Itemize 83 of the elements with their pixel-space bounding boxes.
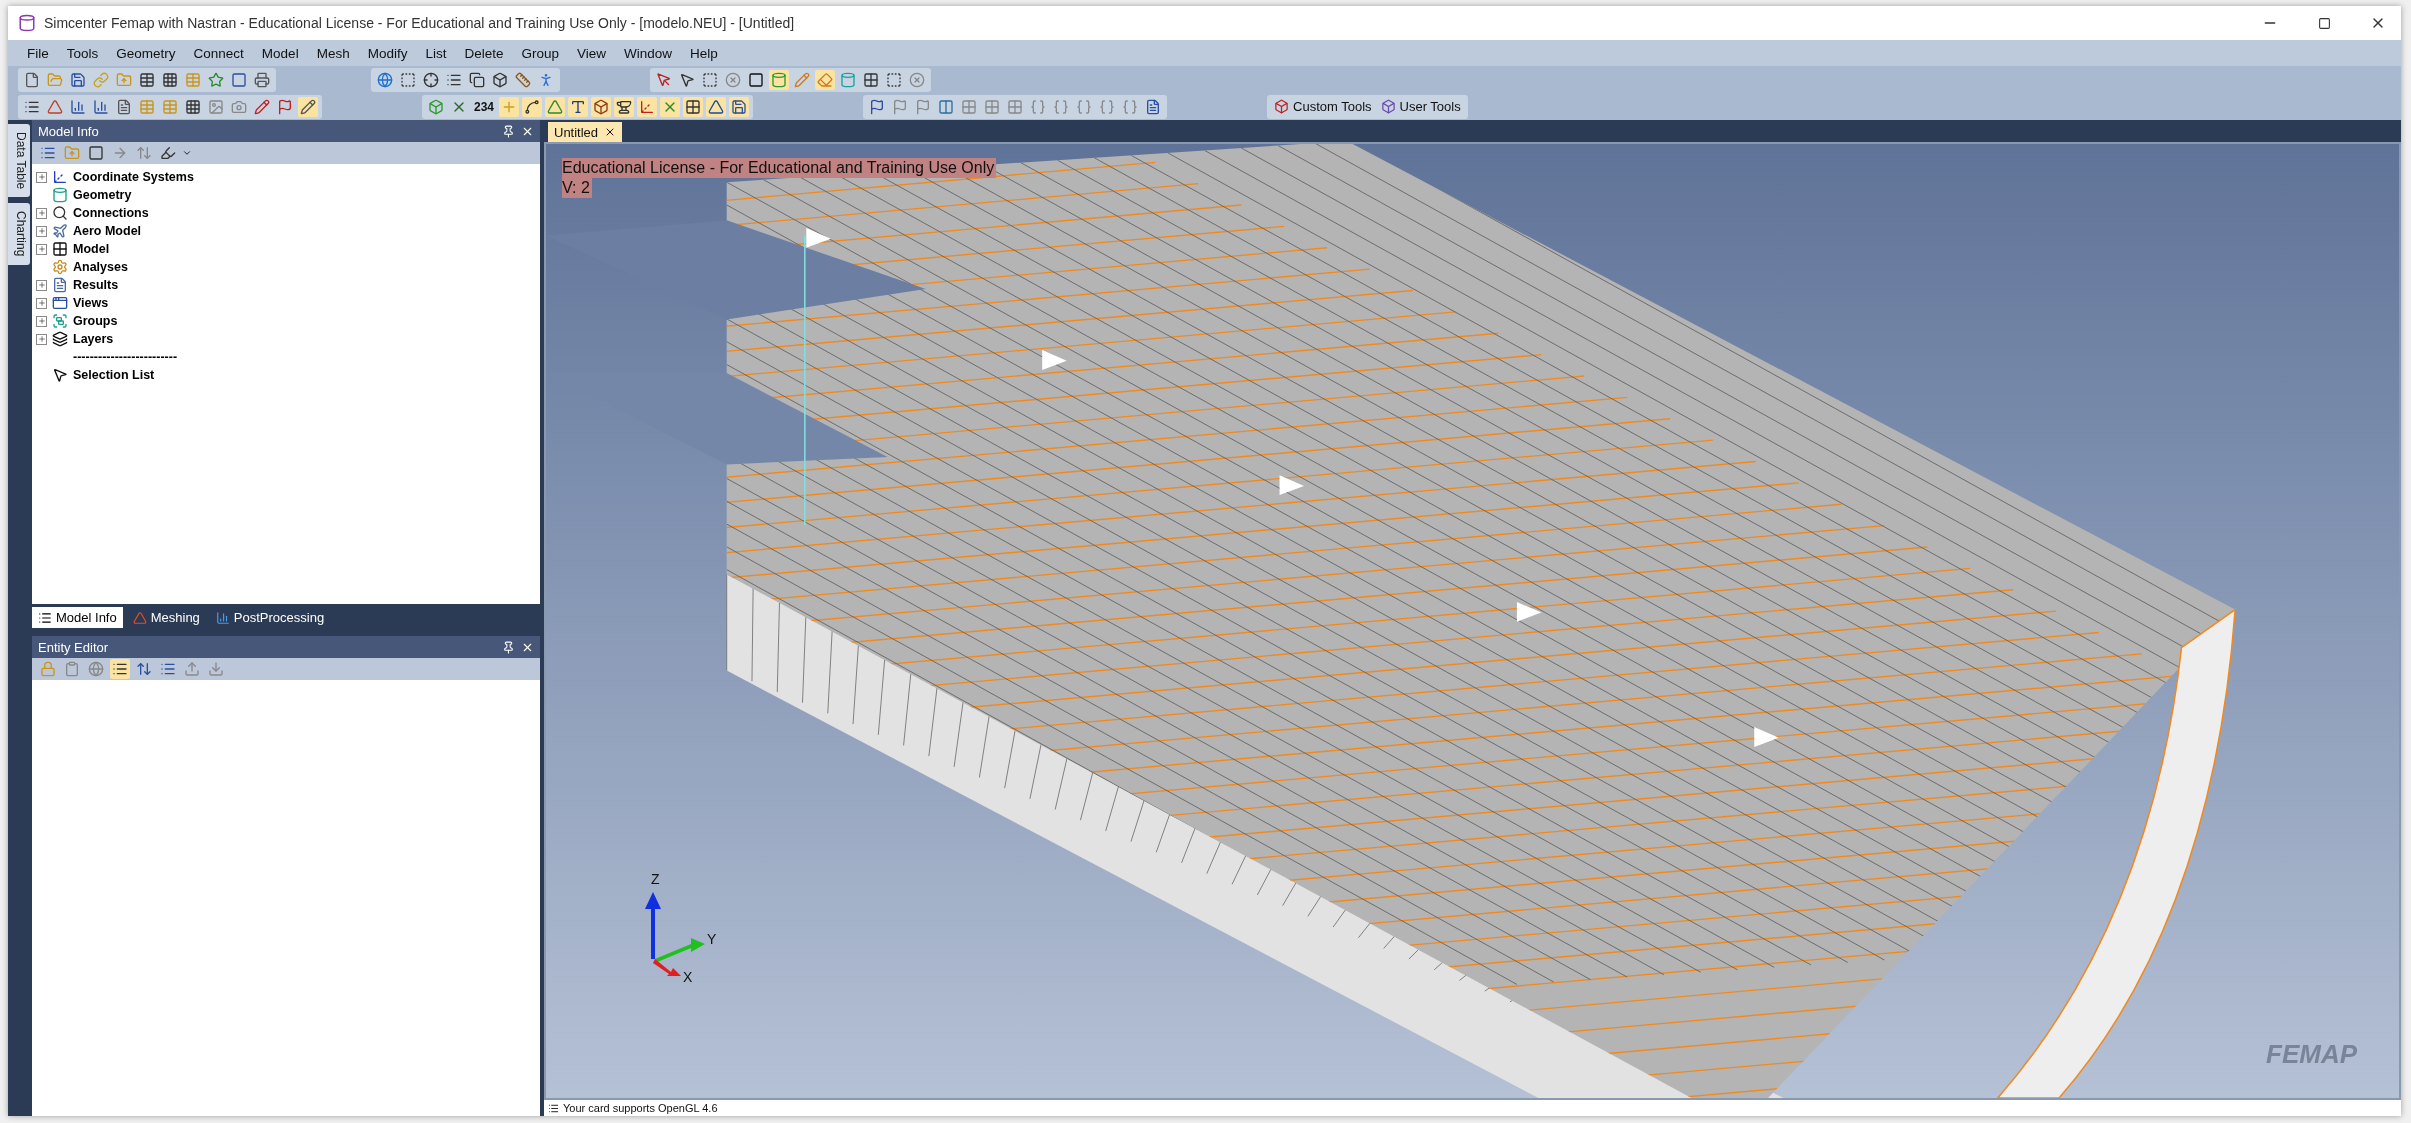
grid-icon — [52, 241, 68, 257]
tree-item[interactable]: Views — [73, 296, 109, 310]
tree-item[interactable]: Geometry — [73, 188, 132, 202]
user-tools-button[interactable]: User Tools — [1377, 96, 1464, 117]
pin-icon[interactable] — [502, 640, 515, 654]
side-tab[interactable]: Data Table — [8, 124, 30, 198]
menu-item[interactable]: Connect — [184, 45, 253, 61]
app-logo-icon — [18, 14, 36, 32]
tree-item[interactable]: Layers — [73, 332, 114, 346]
axis-label: Z — [651, 871, 660, 887]
axes-icon[interactable] — [637, 96, 658, 117]
panel-tab[interactable]: PostProcessing — [209, 607, 331, 628]
document-icon — [52, 277, 68, 293]
menu-item[interactable]: Tools — [57, 45, 108, 61]
expand-toggle[interactable] — [36, 333, 47, 345]
panel-tab[interactable]: Model Info — [32, 607, 123, 628]
cross-icon[interactable] — [660, 96, 681, 117]
version-text: V: 2 — [562, 178, 592, 198]
magnifier-icon — [52, 205, 68, 221]
menu-item[interactable]: List — [416, 45, 456, 61]
separator-text: ------------------------- — [73, 350, 178, 364]
pin-icon[interactable] — [502, 124, 515, 138]
tree-item[interactable]: Groups — [73, 314, 118, 328]
curve-icon[interactable] — [522, 96, 543, 117]
side-tab[interactable]: Charting — [8, 203, 30, 265]
tree-item[interactable]: Results — [73, 278, 119, 292]
label-number-button[interactable]: 234 — [472, 99, 497, 114]
axes-icon — [52, 169, 68, 185]
layers-icon — [52, 331, 68, 347]
axis-label: X — [683, 969, 693, 984]
checkbox-icon[interactable] — [86, 143, 106, 163]
expand-toggle[interactable] — [36, 279, 47, 291]
caret-icon[interactable] — [182, 148, 192, 158]
list-icon — [38, 610, 52, 625]
tree-item[interactable]: Analyses — [73, 260, 128, 274]
menu-item[interactable]: Mesh — [307, 45, 359, 61]
panel-title: Entity Editor — [38, 639, 110, 655]
panel-title: Model Info — [38, 123, 100, 139]
menu-item[interactable]: Modify — [358, 45, 417, 61]
document-tab[interactable]: Untitled — [548, 122, 623, 142]
cube-icon — [1274, 99, 1290, 114]
expand-toggle[interactable] — [36, 315, 47, 327]
chart-icon — [215, 610, 230, 625]
expand-toggle[interactable] — [36, 297, 47, 309]
tree-item[interactable]: Model — [73, 242, 110, 256]
menu-item[interactable]: Geometry — [107, 45, 185, 61]
window-icon — [52, 295, 68, 311]
pyramid-icon — [132, 610, 147, 625]
status-text: Your card supports OpenGL 4.6 — [563, 1102, 718, 1114]
menu-item[interactable]: Group — [512, 45, 568, 61]
group-icon — [52, 313, 68, 329]
list-icon[interactable] — [110, 659, 130, 679]
menu-item[interactable]: Delete — [455, 45, 513, 61]
menu-item[interactable]: Help — [681, 45, 727, 61]
grid-icon[interactable] — [683, 96, 704, 117]
pointer-icon — [52, 367, 68, 383]
window-title: Simcenter Femap with Nastran - Educational License - For Educational and Training Use Only - [modelo.NEU] - [Untitled] — [44, 15, 796, 31]
tree-item[interactable]: Connections — [73, 206, 149, 220]
cylinder-icon[interactable] — [769, 69, 789, 90]
tree-item[interactable]: Selection List — [73, 368, 155, 382]
airplane-icon — [52, 223, 68, 239]
cube-icon — [1380, 99, 1396, 114]
menu-item[interactable]: File — [18, 45, 58, 61]
expand-toggle[interactable] — [36, 243, 47, 255]
panel-tab[interactable]: Meshing — [126, 607, 206, 628]
custom-tools-button[interactable]: Custom Tools — [1271, 96, 1375, 117]
eraser-icon[interactable] — [815, 69, 835, 90]
cylinder-icon — [52, 187, 68, 203]
axis-label: Y — [707, 931, 717, 947]
expand-toggle[interactable] — [36, 171, 47, 183]
expand-toggle[interactable] — [36, 207, 47, 219]
license-text: Educational License - For Educational and Training Use Only — [562, 158, 997, 178]
menu-item[interactable]: View — [568, 45, 616, 61]
tree-item[interactable]: Coordinate Systems — [73, 170, 194, 184]
menu-item[interactable]: Model — [252, 45, 308, 61]
gear-icon — [52, 259, 68, 275]
watermark-logo: FEMAP — [2266, 1039, 2357, 1070]
expand-toggle[interactable] — [36, 225, 47, 237]
list-icon — [548, 1102, 559, 1114]
tree-item[interactable]: Aero Model — [73, 224, 142, 238]
menu-item[interactable]: Window — [615, 45, 682, 61]
maximize-icon[interactable] — [2317, 16, 2331, 30]
letter-icon[interactable] — [568, 96, 589, 117]
